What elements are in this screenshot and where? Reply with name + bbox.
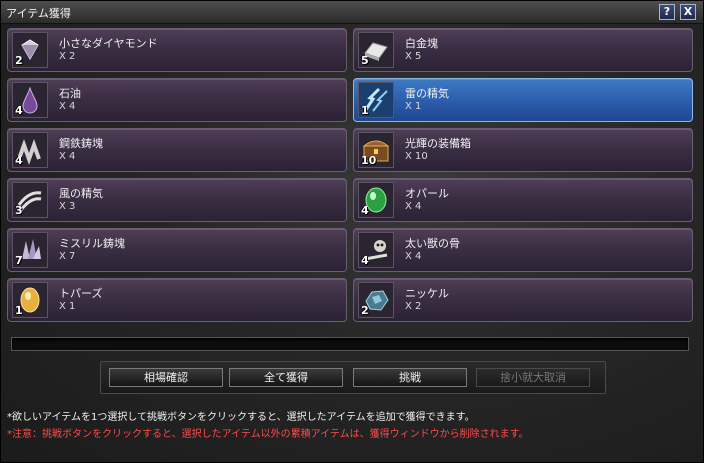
- item-quantity: 4: [361, 254, 369, 267]
- item-card[interactable]: 4 石油 X 4: [7, 78, 347, 122]
- item-name: ニッケル: [405, 287, 449, 300]
- item-quantity: 4: [15, 104, 23, 117]
- item-name: ミスリル鋳塊: [59, 237, 125, 250]
- item-card[interactable]: 7 ミスリル鋳塊 X 7: [7, 228, 347, 272]
- item-name: 小さなダイヤモンド: [59, 37, 158, 50]
- item-card[interactable]: 3 風の精気 X 3: [7, 178, 347, 222]
- help-button[interactable]: ?: [659, 4, 675, 20]
- diamond-icon: 2: [12, 32, 48, 68]
- item-acquire-window: アイテム獲得 ? X 2 小さなダイヤモンド X 2 4 石油 X 4 4 鋼鉄…: [0, 0, 704, 463]
- info-note: *欲しいアイテムを1つ選択して挑戦ボタンをクリックすると、選択したアイテムを追加…: [7, 412, 475, 423]
- item-count: X 4: [59, 101, 76, 112]
- item-quantity: 2: [361, 304, 369, 317]
- item-name: オパール: [405, 187, 449, 200]
- progress-bar: [11, 337, 689, 351]
- item-count: X 1: [59, 301, 76, 312]
- item-card[interactable]: 4 太い獣の骨 X 4: [353, 228, 693, 272]
- oil-drop-icon: 4: [12, 82, 48, 118]
- item-count: X 7: [59, 251, 76, 262]
- item-name: 鋼鉄鋳塊: [59, 137, 103, 150]
- item-quantity: 1: [15, 304, 23, 317]
- opal-gem-icon: 4: [358, 182, 394, 218]
- item-count: X 1: [405, 101, 422, 112]
- item-count: X 4: [59, 151, 76, 162]
- item-count: X 2: [405, 301, 422, 312]
- window-title: アイテム獲得: [6, 7, 71, 20]
- item-quantity: 1: [361, 104, 369, 117]
- item-quantity: 4: [361, 204, 369, 217]
- item-name: 白金塊: [405, 37, 438, 50]
- item-card[interactable]: 1 トパーズ X 1: [7, 278, 347, 322]
- steel-ingot-icon: 4: [12, 132, 48, 168]
- item-quantity: 5: [361, 54, 369, 67]
- item-card[interactable]: 2 小さなダイヤモンド X 2: [7, 28, 347, 72]
- market-check-button[interactable]: 相場確認: [109, 368, 223, 387]
- item-card-selected[interactable]: 1 雷の精気 X 1: [353, 78, 693, 122]
- item-card[interactable]: 10 光輝の装備箱 X 10: [353, 128, 693, 172]
- item-card[interactable]: 4 鋼鉄鋳塊 X 4: [7, 128, 347, 172]
- item-name: 雷の精気: [405, 87, 449, 100]
- warning-note: *注意：挑戦ボタンをクリックすると、選択したアイテム以外の累積アイテムは、獲得ウ…: [7, 429, 529, 440]
- item-count: X 4: [405, 251, 422, 262]
- wind-essence-icon: 3: [12, 182, 48, 218]
- item-count: X 4: [405, 201, 422, 212]
- item-name: トパーズ: [59, 287, 103, 300]
- item-count: X 3: [59, 201, 76, 212]
- item-quantity: 10: [361, 154, 377, 167]
- beast-bone-icon: 4: [358, 232, 394, 268]
- item-card[interactable]: 4 オパール X 4: [353, 178, 693, 222]
- item-name: 石油: [59, 87, 81, 100]
- item-count: X 5: [405, 51, 422, 62]
- item-name: 光輝の装備箱: [405, 137, 471, 150]
- abandon-button[interactable]: 捨小就大取消: [476, 368, 590, 387]
- close-button[interactable]: X: [680, 4, 696, 20]
- challenge-button[interactable]: 挑戦: [353, 368, 467, 387]
- item-count: X 10: [405, 151, 428, 162]
- nickel-ore-icon: 2: [358, 282, 394, 318]
- title-bar[interactable]: アイテム獲得 ? X: [1, 1, 703, 24]
- item-name: 風の精気: [59, 187, 103, 200]
- topaz-gem-icon: 1: [12, 282, 48, 318]
- acquire-all-button[interactable]: 全て獲得: [229, 368, 343, 387]
- platinum-ingot-icon: 5: [358, 32, 394, 68]
- mithril-crystal-icon: 7: [12, 232, 48, 268]
- item-quantity: 7: [15, 254, 23, 267]
- lightning-essence-icon: 1: [358, 82, 394, 118]
- item-name: 太い獣の骨: [405, 237, 460, 250]
- item-quantity: 3: [15, 204, 23, 217]
- item-card[interactable]: 5 白金塊 X 5: [353, 28, 693, 72]
- treasure-chest-icon: 10: [358, 132, 394, 168]
- button-bar: 相場確認 全て獲得 挑戦 捨小就大取消: [100, 361, 606, 394]
- item-card[interactable]: 2 ニッケル X 2: [353, 278, 693, 322]
- item-quantity: 2: [15, 54, 23, 67]
- item-quantity: 4: [15, 154, 23, 167]
- item-count: X 2: [59, 51, 76, 62]
